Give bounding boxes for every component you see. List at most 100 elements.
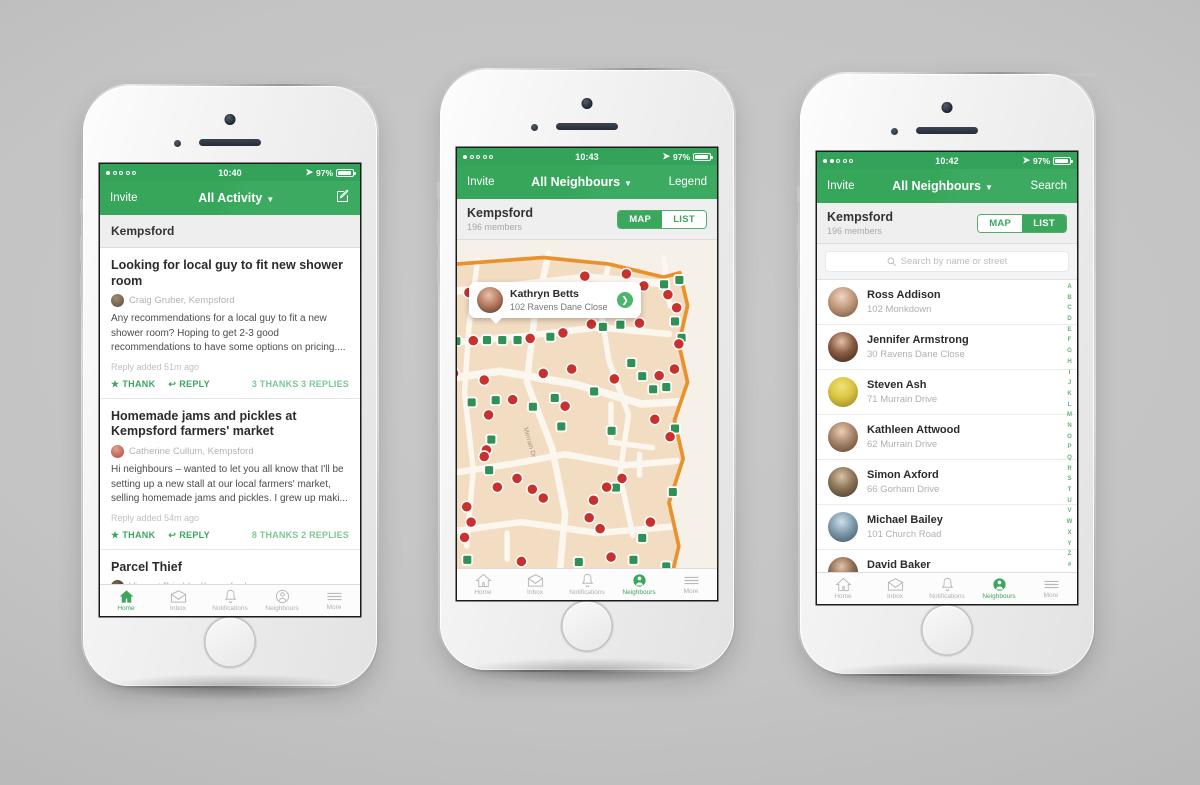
map-list-toggle[interactable]: MAP LIST — [977, 213, 1067, 233]
tab-inbox[interactable]: Inbox — [509, 569, 561, 600]
alphabet-index-letter[interactable]: # — [1068, 562, 1071, 568]
home-button[interactable] — [204, 616, 256, 668]
alphabet-index-letter[interactable]: G — [1067, 348, 1072, 354]
map-callout-kathryn-betts[interactable]: Kathryn Betts 102 Ravens Dane Close ❯ — [469, 282, 641, 324]
alphabet-index-letter[interactable]: S — [1067, 476, 1071, 482]
power-button[interactable] — [1069, 73, 1097, 76]
list-item[interactable]: Steven Ash 71 Murrain Drive — [817, 370, 1077, 415]
silent-switch[interactable] — [797, 186, 800, 202]
tab-inbox[interactable]: Inbox — [869, 573, 921, 604]
post-item[interactable]: Looking for local guy to fit new shower … — [100, 248, 360, 399]
alphabet-index-letter[interactable]: O — [1067, 434, 1072, 440]
tab-notifications[interactable]: Notifications — [561, 569, 613, 600]
invite-button[interactable]: Invite — [827, 180, 855, 192]
invite-button[interactable]: Invite — [467, 176, 495, 188]
tab-neighbours[interactable]: Neighbours — [613, 569, 665, 600]
alphabet-index-letter[interactable]: N — [1067, 423, 1071, 429]
tab-home[interactable]: Home — [457, 569, 509, 600]
alphabet-index-letter[interactable]: X — [1067, 530, 1071, 536]
alphabet-index[interactable]: A B C D E F G H I J K L M N O P Q R S T U V W X Y Z # — [1064, 284, 1075, 568]
tab-neighbours[interactable]: Neighbours — [256, 585, 308, 616]
toggle-list[interactable]: LIST — [1022, 214, 1066, 232]
alphabet-index-letter[interactable]: F — [1068, 337, 1072, 343]
volume-down-button[interactable] — [437, 258, 440, 284]
list-item[interactable]: Simon Axford 66 Gorham Drive — [817, 460, 1077, 505]
toggle-map[interactable]: MAP — [978, 214, 1023, 232]
list-item[interactable]: David Baker 102 Redsells Close — [817, 550, 1077, 572]
post-item[interactable]: Parcel Thief Vincent Brimble, Kempsford — [100, 550, 360, 584]
alphabet-index-letter[interactable]: P — [1067, 444, 1071, 450]
neighbours-list[interactable]: Ross Addison 102 Monkdown Jennifer Armst… — [817, 280, 1077, 572]
volume-down-button[interactable] — [797, 262, 800, 288]
power-button[interactable] — [709, 69, 737, 72]
tab-notifications[interactable]: Notifications — [921, 573, 973, 604]
alphabet-index-letter[interactable]: W — [1067, 519, 1073, 525]
thank-button[interactable]: ★ THANK — [111, 530, 155, 541]
neighbours-map[interactable]: Merrain Dr Kathryn Betts 102 Ravens Dane… — [457, 240, 717, 568]
legend-button[interactable]: Legend — [669, 176, 707, 188]
home-button[interactable] — [561, 600, 613, 652]
tab-label: Notifications — [212, 605, 248, 612]
chevron-right-icon[interactable]: ❯ — [617, 292, 633, 308]
toggle-map[interactable]: MAP — [618, 210, 663, 228]
tab-more[interactable]: More — [1025, 573, 1077, 604]
activity-feed[interactable]: Looking for local guy to fit new shower … — [100, 248, 360, 584]
activity-filter-dropdown[interactable]: All Activity ▼ — [198, 191, 274, 205]
tab-neighbours[interactable]: Neighbours — [973, 573, 1025, 604]
alphabet-index-letter[interactable]: E — [1067, 327, 1071, 333]
alphabet-index-letter[interactable]: B — [1067, 295, 1071, 301]
post-item[interactable]: Homemade jams and pickles at Kempsford f… — [100, 399, 360, 550]
post-title: Looking for local guy to fit new shower … — [111, 258, 343, 288]
alphabet-index-letter[interactable]: J — [1068, 380, 1071, 386]
avatar — [828, 332, 858, 362]
alphabet-index-letter[interactable]: I — [1069, 370, 1071, 376]
alphabet-index-letter[interactable]: T — [1068, 487, 1072, 493]
alphabet-index-letter[interactable]: R — [1067, 466, 1071, 472]
compose-button[interactable] — [335, 189, 350, 207]
alphabet-index-letter[interactable]: U — [1067, 498, 1071, 504]
tab-more[interactable]: More — [665, 569, 717, 600]
search-input[interactable]: Search by name or street — [825, 251, 1069, 272]
phone-drop-shadow — [106, 674, 354, 700]
alphabet-index-letter[interactable]: D — [1067, 316, 1071, 322]
phone-drop-shadow — [823, 662, 1071, 688]
search-icon — [887, 257, 896, 266]
volume-down-button[interactable] — [80, 274, 83, 300]
alphabet-index-letter[interactable]: L — [1068, 402, 1072, 408]
alphabet-index-letter[interactable]: Z — [1068, 551, 1072, 557]
power-button[interactable] — [352, 85, 380, 88]
tab-more[interactable]: More — [308, 585, 360, 616]
alphabet-index-letter[interactable]: M — [1067, 412, 1072, 418]
volume-up-button[interactable] — [80, 236, 83, 262]
map-list-toggle[interactable]: MAP LIST — [617, 209, 707, 229]
reply-button[interactable]: ↩ REPLY — [168, 379, 210, 390]
tab-home[interactable]: Home — [817, 573, 869, 604]
silent-switch[interactable] — [80, 198, 83, 214]
alphabet-index-letter[interactable]: H — [1067, 359, 1071, 365]
neighbours-filter-dropdown[interactable]: All Neighbours ▼ — [531, 175, 632, 189]
list-item[interactable]: Michael Bailey 101 Church Road — [817, 505, 1077, 550]
alphabet-index-letter[interactable]: Y — [1067, 541, 1071, 547]
thank-button[interactable]: ★ THANK — [111, 379, 155, 390]
neighbours-filter-dropdown[interactable]: All Neighbours ▼ — [892, 179, 993, 193]
reply-button[interactable]: ↩ REPLY — [168, 530, 210, 541]
list-item[interactable]: Ross Addison 102 Monkdown — [817, 280, 1077, 325]
alphabet-index-letter[interactable]: C — [1067, 305, 1071, 311]
invite-button[interactable]: Invite — [110, 192, 138, 204]
alphabet-index-letter[interactable]: V — [1067, 508, 1071, 514]
neighbour-address: 62 Murrain Drive — [867, 438, 938, 450]
tab-inbox[interactable]: Inbox — [152, 585, 204, 616]
home-button[interactable] — [921, 604, 973, 656]
volume-up-button[interactable] — [797, 224, 800, 250]
alphabet-index-letter[interactable]: K — [1067, 391, 1071, 397]
tab-notifications[interactable]: Notifications — [204, 585, 256, 616]
alphabet-index-letter[interactable]: Q — [1067, 455, 1072, 461]
alphabet-index-letter[interactable]: A — [1067, 284, 1071, 290]
volume-up-button[interactable] — [437, 220, 440, 246]
list-item[interactable]: Jennifer Armstrong 30 Ravens Dane Close — [817, 325, 1077, 370]
search-button[interactable]: Search — [1031, 180, 1067, 192]
list-item[interactable]: Kathleen Attwood 62 Murrain Drive — [817, 415, 1077, 460]
toggle-list[interactable]: LIST — [662, 210, 706, 228]
tab-home[interactable]: Home — [100, 585, 152, 616]
silent-switch[interactable] — [437, 182, 440, 198]
